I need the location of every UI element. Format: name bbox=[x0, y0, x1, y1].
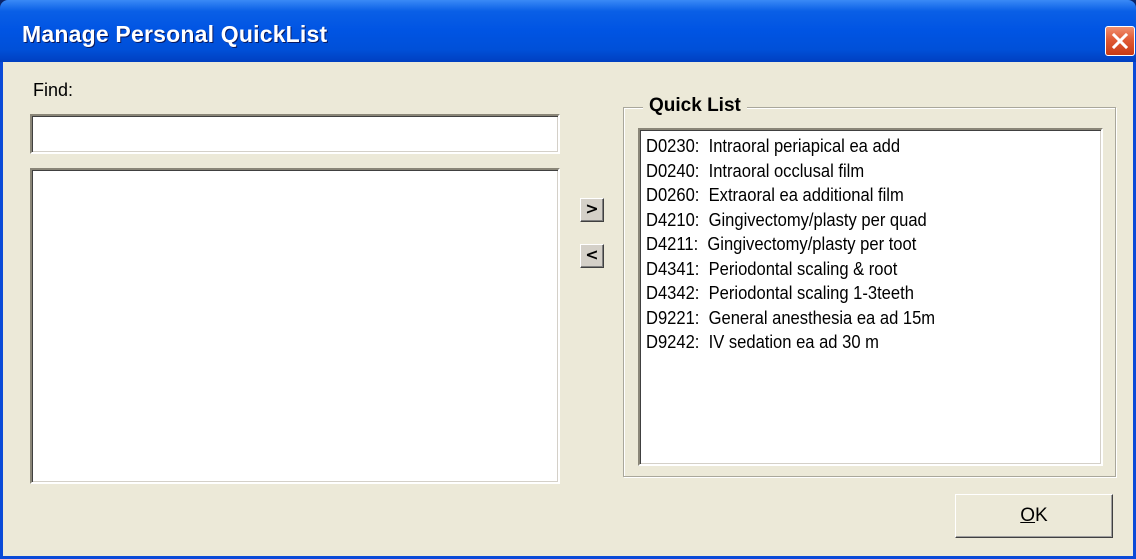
quick-list-title: Quick List bbox=[643, 95, 747, 117]
list-item[interactable]: D4342: Periodontal scaling 1-3teeth bbox=[646, 281, 1065, 306]
list-item[interactable]: D4210: Gingivectomy/plasty per quad bbox=[646, 208, 1065, 233]
quick-list-items: D0230: Intraoral periapical ea add D0240… bbox=[640, 130, 1101, 355]
add-to-quicklist-button[interactable]: > bbox=[580, 198, 604, 222]
item-description: Extraoral ea additional film bbox=[708, 185, 904, 205]
item-description: Periodontal scaling 1-3teeth bbox=[708, 283, 914, 303]
available-list[interactable] bbox=[30, 168, 560, 484]
list-item[interactable]: D4341: Periodontal scaling & root bbox=[646, 257, 1065, 282]
ok-button[interactable]: OK bbox=[955, 494, 1113, 538]
find-input[interactable] bbox=[36, 120, 558, 150]
remove-from-quicklist-button[interactable]: < bbox=[580, 244, 604, 268]
item-code: D0260: bbox=[646, 185, 700, 205]
item-description: Intraoral occlusal film bbox=[708, 160, 865, 181]
list-item[interactable]: D9242: IV sedation ea ad 30 m bbox=[646, 330, 1065, 355]
ok-mnemonic: O bbox=[1020, 505, 1036, 526]
close-button[interactable] bbox=[1105, 26, 1135, 56]
list-item[interactable]: D9221: General anesthesia ea ad 15m bbox=[646, 306, 1065, 331]
item-code: D0240: bbox=[646, 160, 700, 181]
item-description: IV sedation ea ad 30 m bbox=[708, 332, 879, 352]
list-item[interactable]: D0230: Intraoral periapical ea add bbox=[646, 134, 1065, 159]
item-code: D9242: bbox=[646, 332, 700, 352]
list-item[interactable]: D0260: Extraoral ea additional film bbox=[646, 183, 1065, 208]
list-item[interactable]: D0240: Intraoral occlusal film bbox=[646, 159, 1065, 184]
item-code: D0230: bbox=[646, 136, 700, 156]
item-description: Gingivectomy/plasty per toot bbox=[707, 234, 917, 254]
item-description: General anesthesia ea ad 15m bbox=[708, 307, 936, 328]
title-bar[interactable]: Manage Personal QuickList bbox=[0, 0, 1136, 62]
item-description: Intraoral periapical ea add bbox=[708, 136, 901, 156]
close-icon bbox=[1111, 32, 1129, 50]
quick-list-box[interactable]: D0230: Intraoral periapical ea add D0240… bbox=[638, 128, 1103, 466]
item-code: D4342: bbox=[646, 283, 700, 303]
list-item[interactable]: D4211: Gingivectomy/plasty per toot bbox=[646, 232, 1065, 257]
item-code: D4210: bbox=[646, 209, 700, 230]
item-code: D4341: bbox=[646, 258, 700, 279]
item-code: D9221: bbox=[646, 307, 700, 328]
item-description: Gingivectomy/plasty per quad bbox=[708, 209, 927, 230]
find-label: Find: bbox=[33, 80, 74, 100]
window-title: Manage Personal QuickList bbox=[22, 21, 328, 47]
dialog-window: Manage Personal QuickList Find: > < Quic… bbox=[0, 0, 1136, 559]
item-description: Periodontal scaling & root bbox=[708, 258, 898, 279]
find-field[interactable] bbox=[30, 114, 560, 154]
ok-label-rest: K bbox=[1035, 505, 1048, 526]
item-code: D4211: bbox=[646, 234, 699, 254]
